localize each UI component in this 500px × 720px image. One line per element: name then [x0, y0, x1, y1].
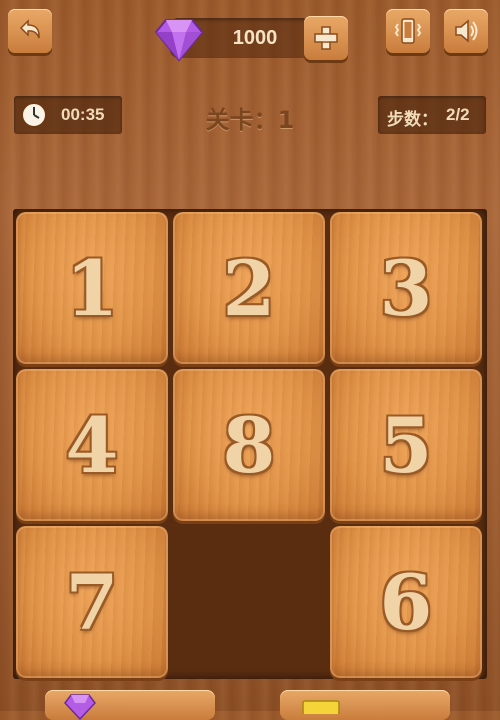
steps-box: 步数： 2/2: [378, 96, 486, 134]
speaker-icon: [455, 19, 478, 43]
ticket-button[interactable]: [280, 690, 450, 720]
empty-slot: [173, 526, 325, 678]
tile-number: 1: [65, 243, 119, 333]
timer-box: 00:35: [14, 96, 122, 134]
plus-icon: [314, 26, 338, 50]
tile-number: 3: [379, 243, 433, 333]
back-arrow-icon: [19, 19, 40, 39]
tile-8[interactable]: 8: [173, 369, 325, 521]
vibrate-button[interactable]: [386, 9, 430, 53]
tile-number: 4: [65, 400, 119, 490]
add-gems-button[interactable]: [304, 16, 348, 60]
gem-icon: [64, 694, 96, 720]
sound-button[interactable]: [444, 9, 488, 53]
tile-3[interactable]: 3: [330, 212, 482, 364]
tile-7[interactable]: 7: [16, 526, 168, 678]
tile-number: 7: [65, 557, 119, 647]
gem-count: 1000: [232, 27, 278, 49]
steps-value: 2/2: [446, 105, 470, 124]
tile-2[interactable]: 2: [173, 212, 325, 364]
tile-number: 5: [379, 400, 433, 490]
tile-1[interactable]: 1: [16, 212, 168, 364]
tile-number: 2: [222, 243, 276, 333]
level-label: 关卡：: [205, 106, 278, 134]
vibrate-icon: [394, 18, 422, 44]
gem-icon: [154, 19, 204, 62]
clock-icon: [21, 102, 47, 128]
tile-number: 6: [379, 557, 433, 647]
tile-5[interactable]: 5: [330, 369, 482, 521]
tile-6[interactable]: 6: [330, 526, 482, 678]
coupon-icon: [302, 700, 340, 714]
tile-4[interactable]: 4: [16, 369, 168, 521]
hint-button[interactable]: [45, 690, 215, 720]
puzzle-board: 1 2 3 4 8 5 7 6: [13, 209, 487, 679]
tile-number: 8: [222, 400, 276, 490]
level-value: 1: [277, 106, 295, 134]
steps-label: 步数：: [387, 110, 438, 129]
timer-value: 00:35: [61, 105, 105, 124]
level-indicator: 关卡：1: [190, 100, 310, 135]
back-button[interactable]: [8, 9, 52, 53]
